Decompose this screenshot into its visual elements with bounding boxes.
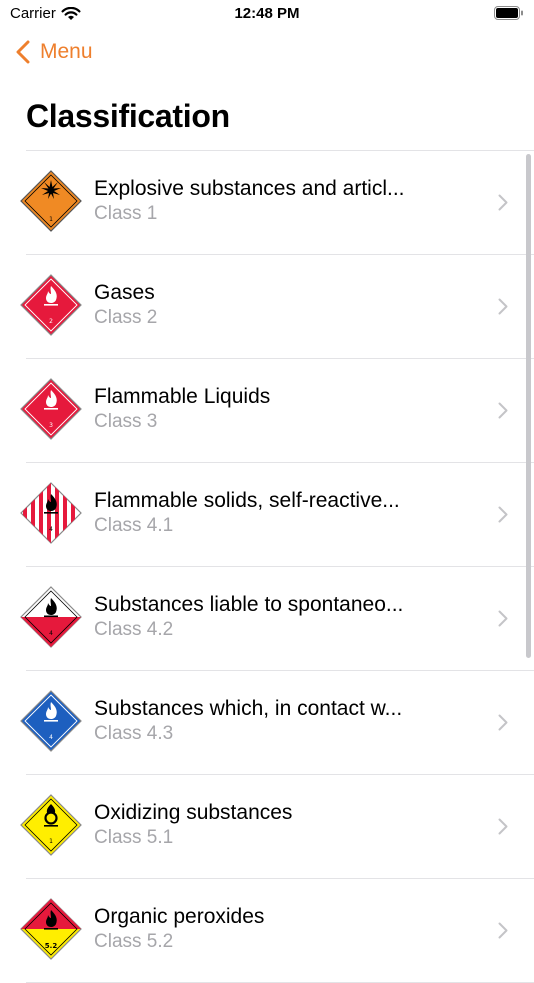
back-button-label: Menu: [40, 40, 93, 63]
list-item-class-4-2[interactable]: 4 Substances liable to spontaneo... Clas…: [20, 567, 534, 671]
chevron-right-icon: [498, 818, 508, 835]
list-item-text: Substances which, in contact w... Class …: [94, 696, 464, 746]
flammable-liquid-placard-icon: 3: [20, 378, 82, 440]
placard-number: 1: [49, 216, 53, 223]
list-item-subtitle: Class 4.1: [94, 515, 174, 536]
list-item-text: Organic peroxides Class 5.2: [94, 904, 464, 954]
list-item-title: Flammable solids, self-reactive...: [94, 489, 400, 512]
chevron-right-icon: [498, 714, 508, 731]
navigation-bar: Menu: [0, 36, 534, 76]
classification-list: 1 Explosive substances and articl... Cla…: [20, 150, 534, 983]
list-item-class-5-2[interactable]: 5.2 Organic peroxides Class 5.2: [20, 879, 534, 983]
list-item-text: Substances liable to spontaneo... Class …: [94, 592, 464, 642]
placard-number: 2: [49, 318, 53, 325]
flammable-solid-placard-icon: 4: [20, 482, 82, 544]
dangerous-when-wet-placard-icon: 4: [20, 690, 82, 752]
battery-icon: [494, 6, 523, 20]
list-item-subtitle: Class 1: [94, 203, 158, 224]
placard-number: 3: [49, 422, 53, 429]
back-button[interactable]: Menu: [16, 40, 93, 64]
list-item-subtitle: Class 5.1: [94, 827, 174, 848]
list-item-subtitle: Class 4.3: [94, 723, 174, 744]
list-item-class-5-1[interactable]: 1 Oxidizing substances Class 5.1: [20, 775, 534, 879]
list-item-title: Explosive substances and articl...: [94, 177, 405, 200]
list-item-class-2[interactable]: 2 Gases Class 2: [20, 255, 534, 359]
list-item-title: Substances which, in contact w...: [94, 697, 403, 720]
list-item-title: Flammable Liquids: [94, 385, 271, 408]
list-item-subtitle: Class 3: [94, 411, 158, 432]
placard-number: 1: [49, 838, 53, 845]
chevron-right-icon: [498, 194, 508, 211]
status-time: 12:48 PM: [234, 5, 300, 22]
list-item-title: Organic peroxides: [94, 905, 265, 928]
placard-number: 4: [49, 734, 53, 741]
list-item-text: Flammable Liquids Class 3: [94, 384, 464, 434]
list-item-subtitle: Class 2: [94, 307, 158, 328]
list-item-class-4-3[interactable]: 4 Substances which, in contact w... Clas…: [20, 671, 534, 775]
scrollbar[interactable]: [526, 154, 531, 658]
list-item-text: Flammable solids, self-reactive... Class…: [94, 488, 464, 538]
organic-peroxide-placard-icon: 5.2: [20, 898, 82, 960]
list-item-title: Substances liable to spontaneo...: [94, 593, 404, 616]
chevron-right-icon: [498, 298, 508, 315]
list-item-subtitle: Class 5.2: [94, 931, 174, 952]
chevron-right-icon: [498, 506, 508, 523]
status-bar: Carrier 12:48 PM: [0, 0, 534, 30]
placard-number: 4: [49, 526, 53, 533]
explosive-placard-icon: 1: [20, 170, 82, 232]
list-item-class-4-1[interactable]: 4 Flammable solids, self-reactive... Cla…: [20, 463, 534, 567]
oxidizer-placard-icon: 1: [20, 794, 82, 856]
spontaneous-combustion-placard-icon: 4: [20, 586, 82, 648]
page-title: Classification: [26, 98, 230, 134]
list-item-class-3[interactable]: 3 Flammable Liquids Class 3: [20, 359, 534, 463]
list-item-subtitle: Class 4.2: [94, 619, 174, 640]
placard-number: 5.2: [45, 942, 58, 950]
list-item-text: Explosive substances and articl... Class…: [94, 176, 464, 226]
chevron-right-icon: [498, 402, 508, 419]
list-item-class-1[interactable]: 1 Explosive substances and articl... Cla…: [20, 151, 534, 255]
list-item-text: Gases Class 2: [94, 280, 464, 330]
list-item-text: Oxidizing substances Class 5.1: [94, 800, 464, 850]
chevron-right-icon: [498, 610, 508, 627]
flammable-gas-placard-icon: 2: [20, 274, 82, 336]
placard-number: 4: [49, 630, 53, 637]
list-item-title: Oxidizing substances: [94, 801, 293, 824]
chevron-left-icon: [16, 40, 30, 64]
list-item-title: Gases: [94, 281, 155, 304]
chevron-right-icon: [498, 922, 508, 939]
